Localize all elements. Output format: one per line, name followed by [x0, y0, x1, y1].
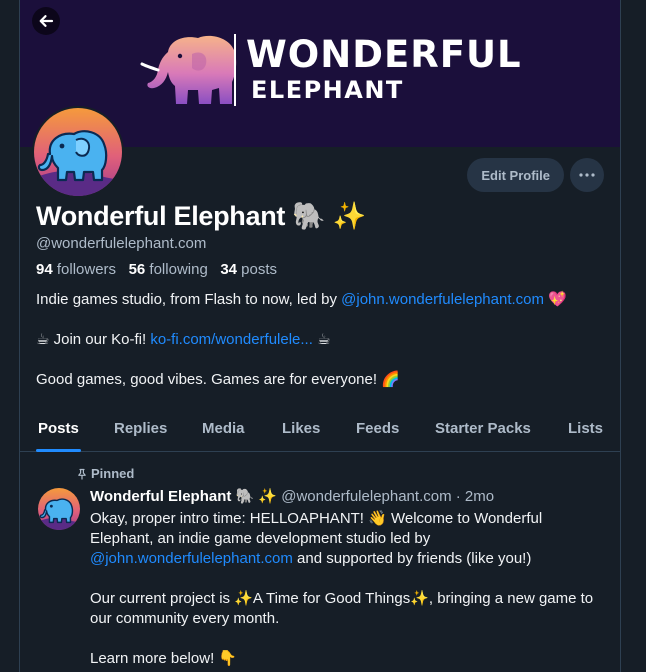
bio-mention-link[interactable]: @john.wonderfulelephant.com [341, 291, 544, 308]
post-text: Okay, proper intro time: HELLOAPHANT! 👋 … [90, 510, 543, 547]
more-options-button[interactable] [570, 158, 604, 192]
bio-line-1: Indie games studio, from Flash to now, l… [36, 290, 567, 308]
more-dots-icon [579, 173, 595, 177]
elephant-avatar-icon [38, 488, 80, 530]
post-mention-link[interactable]: @john.wonderfulelephant.com [90, 550, 293, 567]
post-header: Wonderful Elephant 🐘 ✨ @wonderfulelephan… [90, 487, 494, 505]
tab-feeds[interactable]: Feeds [356, 420, 399, 437]
post-paragraph: Our current project is ✨A Time for Good … [90, 590, 594, 627]
post-timestamp[interactable]: 2mo [465, 488, 494, 505]
post-paragraph: Learn more below! 👇 [90, 650, 238, 667]
banner-title-line2: ELEPHANT [251, 76, 404, 104]
profile-avatar[interactable] [32, 106, 124, 198]
profile-stats: 94 followers 56 following 34 posts [36, 261, 277, 278]
bio-text: ☕ Join our Ko-fi! [36, 331, 151, 348]
post-author-handle[interactable]: @wonderfulelephant.com [281, 488, 451, 505]
following-stat[interactable]: 56 following [129, 261, 208, 278]
post-body: Okay, proper intro time: HELLOAPHANT! 👋 … [90, 509, 600, 672]
tab-lists[interactable]: Lists [568, 420, 603, 437]
pinned-label: Pinned [91, 466, 135, 481]
profile-column: WONDERFUL ELEPHANT Edit Profile Wonderfu… [19, 0, 621, 672]
back-button[interactable] [32, 7, 60, 35]
tab-replies[interactable]: Replies [114, 420, 167, 437]
posts-count: 34 [220, 261, 237, 278]
profile-actions: Edit Profile [467, 158, 604, 192]
bio-emoji: 💖 [544, 291, 567, 308]
tab-posts[interactable]: Posts [38, 420, 79, 437]
posts-label: posts [241, 261, 278, 278]
bio-text: Indie games studio, from Flash to now, l… [36, 291, 342, 308]
back-arrow-icon [39, 15, 54, 27]
following-label: following [149, 261, 208, 278]
elephant-avatar-icon [34, 108, 122, 196]
pinned-indicator: Pinned [76, 466, 134, 481]
bio-line-3: Good games, good vibes. Games are for ev… [36, 371, 400, 388]
followers-stat[interactable]: 94 followers [36, 261, 116, 278]
bio-emoji: ☕ [312, 331, 331, 348]
elephant-logo-icon [140, 35, 237, 104]
following-count: 56 [128, 261, 146, 278]
tab-media[interactable]: Media [202, 420, 245, 437]
bio-line-2: ☕ Join our Ko-fi! ko-fi.com/wonderfulele… [36, 330, 331, 348]
followers-count: 94 [36, 261, 53, 278]
tab-likes[interactable]: Likes [282, 420, 320, 437]
banner-divider [234, 34, 236, 106]
post-meta-separator: · [451, 488, 465, 505]
edit-profile-button[interactable]: Edit Profile [467, 158, 564, 192]
followers-label: followers [56, 261, 117, 278]
pinned-post[interactable]: Pinned Wonderful Elephant 🐘 ✨ @wonderful… [20, 452, 620, 672]
post-paragraph: Okay, proper intro time: HELLOAPHANT! 👋 … [90, 509, 600, 569]
profile-handle: @wonderfulelephant.com [36, 235, 207, 252]
profile-tabs: Posts Replies Media Likes Feeds Starter … [20, 408, 620, 452]
posts-stat: 34 posts [220, 261, 277, 278]
post-author-name[interactable]: Wonderful Elephant 🐘 ✨ [90, 488, 277, 505]
profile-display-name: Wonderful Elephant 🐘 ✨ [36, 201, 367, 231]
kofi-link[interactable]: ko-fi.com/wonderfulele... [150, 331, 313, 348]
post-author-avatar[interactable] [38, 488, 80, 530]
banner-title-line1: WONDERFUL [246, 33, 522, 76]
tab-starter-packs[interactable]: Starter Packs [435, 420, 531, 437]
post-text: and supported by friends (like you!) [292, 550, 532, 567]
pin-icon [78, 468, 86, 480]
